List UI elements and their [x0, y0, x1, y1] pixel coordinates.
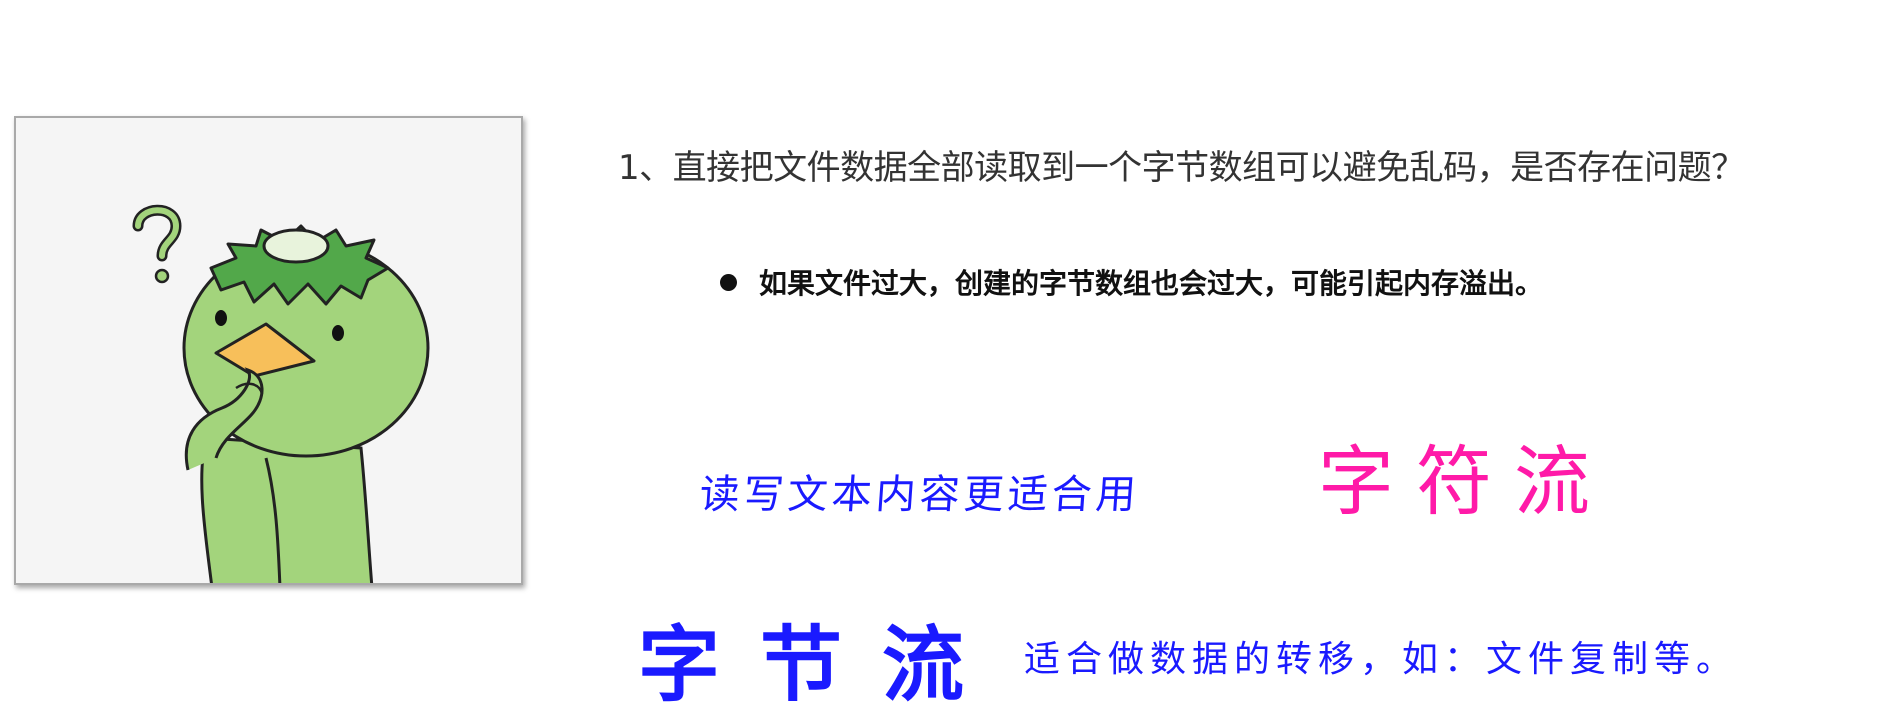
answer-bullet: 如果文件过大，创建的字节数组也会过大，可能引起内存溢出。: [720, 262, 1543, 302]
byte-stream-note: 适合做数据的转移，如：文件复制等。: [1024, 639, 1739, 680]
bullet-dot-icon: [720, 273, 737, 291]
kappa-illustration-frame: [14, 116, 523, 585]
char-stream-label: 字符流: [1318, 437, 1612, 526]
question-text: 1、直接把文件数据全部读取到一个字节数组可以避免乱码，是否存在问题？: [618, 148, 1745, 188]
text-content-note: 读写文本内容更适合用: [698, 472, 1142, 518]
answer-bullet-text: 如果文件过大，创建的字节数组也会过大，可能引起内存溢出。: [759, 267, 1544, 300]
confused-kappa-character-icon: [132, 204, 430, 583]
byte-stream-label: 字节流: [638, 618, 1005, 703]
